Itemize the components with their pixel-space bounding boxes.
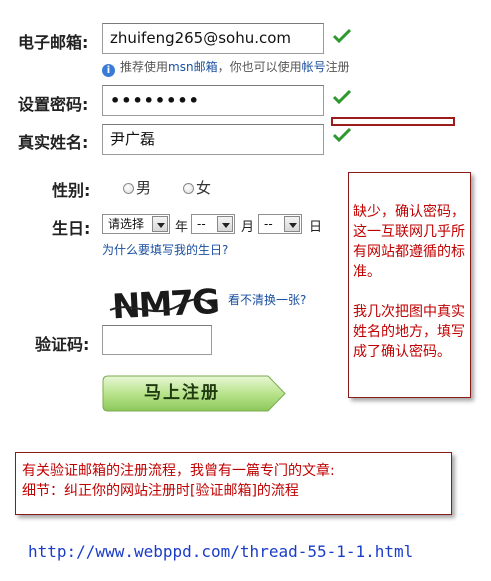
birth-year-select[interactable]: 请选择 bbox=[102, 214, 170, 234]
email-input[interactable]: zhuifeng265@sohu.com bbox=[102, 23, 324, 54]
verify-label: 验证码: bbox=[35, 335, 90, 354]
chevron-down-icon[interactable] bbox=[152, 216, 168, 232]
birthday-label: 生日: bbox=[52, 219, 91, 238]
day-unit: 日 bbox=[309, 220, 323, 235]
note-bottom-line-2: 细节：纠正你的网站注册时[验证邮箱]的流程 bbox=[22, 483, 299, 499]
captcha-image: NM7G bbox=[109, 282, 218, 324]
verify-code-input[interactable] bbox=[102, 325, 212, 355]
info-icon: i bbox=[102, 64, 115, 77]
note-right-paragraph-1: 缺少，确认密码，这一互联网几乎所有网站都遵循的标准。 bbox=[353, 204, 465, 280]
password-valid-check-icon bbox=[333, 90, 351, 104]
annotation-note-bottom: 有关验证邮箱的注册流程，我曾有一篇专门的文章: 细节：纠正你的网站注册时[验证邮… bbox=[15, 452, 452, 515]
radio-male[interactable] bbox=[123, 183, 134, 194]
realname-label: 真实姓名: bbox=[18, 133, 89, 152]
month-unit: 月 bbox=[241, 220, 255, 235]
email-valid-check-icon bbox=[333, 29, 351, 43]
gender-label: 性别: bbox=[52, 181, 91, 200]
realname-valid-check-icon bbox=[333, 128, 351, 142]
chevron-down-icon[interactable] bbox=[217, 216, 233, 232]
birth-day-select[interactable]: -- bbox=[258, 214, 302, 234]
gender-female-option[interactable]: 女 bbox=[183, 177, 211, 198]
captcha-refresh-link[interactable]: 看不清换一张? bbox=[228, 291, 306, 308]
annotation-pointer-bar bbox=[331, 117, 455, 126]
gender-male-option[interactable]: 男 bbox=[123, 177, 151, 198]
annotation-note-right: 缺少，确认密码，这一互联网几乎所有网站都遵循的标准。 我几次把图中真实姓名的地方… bbox=[348, 172, 471, 398]
email-label: 电子邮箱: bbox=[18, 33, 89, 52]
realname-input[interactable]: 尹广磊 bbox=[102, 124, 324, 155]
year-unit: 年 bbox=[175, 220, 189, 235]
svg-text:NM7G: NM7G bbox=[111, 282, 218, 324]
register-button-label[interactable]: 马上注册 bbox=[102, 375, 262, 412]
radio-female[interactable] bbox=[183, 183, 194, 194]
msn-link[interactable]: msn邮箱 bbox=[168, 60, 218, 74]
email-hint: i 推荐使用msn邮箱，你也可以使用帐号注册 bbox=[102, 58, 350, 77]
account-link[interactable]: 帐号 bbox=[302, 60, 326, 74]
chevron-down-icon[interactable] bbox=[284, 216, 300, 232]
source-url[interactable]: http://www.webppd.com/thread-55-1-1.html bbox=[28, 542, 413, 561]
password-input[interactable]: •••••••• bbox=[102, 85, 324, 116]
note-bottom-line-1: 有关验证邮箱的注册流程，我曾有一篇专门的文章: bbox=[22, 463, 335, 479]
birth-month-select[interactable]: -- bbox=[191, 214, 235, 234]
password-label: 设置密码: bbox=[18, 95, 89, 114]
note-right-paragraph-2: 我几次把图中真实姓名的地方，填写成了确认密码。 bbox=[353, 304, 465, 360]
why-birthday-link[interactable]: 为什么要填写我的生日? bbox=[102, 241, 228, 258]
